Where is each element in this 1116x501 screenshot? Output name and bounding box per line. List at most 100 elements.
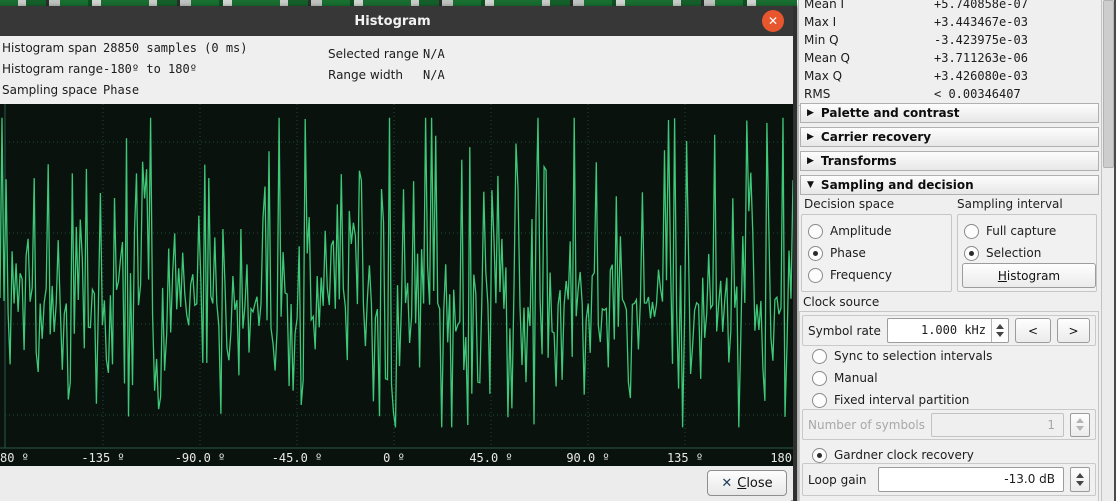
axis-tick-label: -135 º — [81, 451, 124, 465]
radio-frequency[interactable]: Frequency — [802, 264, 951, 286]
chevron-right-icon: ▶ — [807, 108, 814, 118]
radio-label: Manual — [834, 371, 878, 385]
loop-gain-label: Loop gain — [808, 473, 872, 487]
spin-down-icon — [1076, 426, 1084, 431]
axis-tick-label: 0 º — [383, 451, 405, 465]
stat-value: +3.711263e-06 — [934, 51, 1028, 65]
stat-label: Min Q — [804, 31, 934, 49]
loop-gain-spinner[interactable] — [1070, 467, 1090, 492]
stat-value: +5.740858e-07 — [934, 0, 1028, 11]
number-of-symbols-spinbox: 1 — [931, 413, 1064, 437]
symbol-rate-spinner[interactable] — [991, 319, 1008, 342]
close-button[interactable]: ✕ Close — [707, 470, 787, 496]
radio-full-capture[interactable]: Full capture — [958, 220, 1096, 242]
number-of-symbols-spinner — [1070, 413, 1090, 437]
number-of-symbols-label: Number of symbols — [808, 418, 925, 432]
spin-up-icon — [1076, 418, 1084, 423]
radio-fixed-interval-partition[interactable]: Fixed interval partition — [806, 389, 969, 411]
info-row: Histogram range-180º to 180º — [2, 61, 197, 78]
info-row: Histogram span28850 samples (0 ms) — [2, 40, 248, 57]
close-icon: ✕ — [768, 14, 778, 28]
section-label: Transforms — [821, 154, 897, 168]
chevron-right-icon: ▶ — [807, 156, 814, 166]
decision-space-label: Decision space — [804, 197, 894, 211]
stat-row: Mean Q+3.711263e-06 — [799, 49, 1099, 67]
resize-grip[interactable] — [785, 496, 797, 501]
symbol-rate-value: 1.000 kHz — [921, 319, 986, 341]
section-header-transforms[interactable]: ▶ Transforms — [800, 151, 1099, 171]
window-close-button[interactable]: ✕ — [762, 10, 784, 32]
radio-icon — [812, 393, 827, 408]
stat-label: RMS — [804, 85, 934, 103]
radio-amplitude[interactable]: Amplitude — [802, 220, 951, 242]
axis-tick-label: 90.0 º — [566, 451, 609, 465]
histogram-button[interactable]: Histogram — [962, 263, 1096, 288]
loop-gain-spinbox[interactable]: -13.0 dB — [878, 467, 1064, 492]
radio-icon — [808, 246, 823, 261]
radio-label: Frequency — [830, 268, 892, 282]
info-label: Range width — [328, 67, 423, 84]
number-of-symbols-row: Number of symbols 1 — [802, 409, 1096, 440]
info-row: Selected rangeN/A — [328, 46, 445, 63]
stat-value: +3.443467e-03 — [934, 15, 1028, 29]
dialog-footer: ✕ Close — [0, 466, 793, 501]
info-value: -180º to 180º — [103, 62, 197, 76]
loop-gain-row: Loop gain -13.0 dB — [802, 463, 1096, 496]
radio-icon — [808, 224, 823, 239]
radio-manual[interactable]: Manual — [806, 367, 878, 389]
section-header-sampling-and-decision[interactable]: ▼Sampling and decision — [800, 175, 1099, 195]
chevron-down-icon: ▼ — [807, 180, 814, 190]
spin-up-icon[interactable] — [1076, 473, 1084, 478]
radio-label: Amplitude — [830, 224, 892, 238]
stat-row: Max Q+3.426080e-03 — [799, 67, 1099, 85]
histogram-plot[interactable]: 80 º-135 º-90.0 º-45.0 º0 º45.0 º90.0 º1… — [0, 104, 793, 466]
radio-sync-to-selection[interactable]: Sync to selection intervals — [806, 345, 992, 367]
section-header-carrier-recovery[interactable]: ▶ Carrier recovery — [800, 127, 1099, 147]
radio-label: Full capture — [986, 224, 1056, 238]
stat-row: Max I+3.443467e-03 — [799, 13, 1099, 31]
radio-label: Selection — [986, 246, 1041, 260]
radio-label: Phase — [830, 246, 866, 260]
radio-icon — [812, 371, 827, 386]
stat-label: Max Q — [804, 67, 934, 85]
symbol-rate-row: Symbol rate 1.000 kHz < > — [802, 315, 1096, 346]
radio-selection[interactable]: Selection — [958, 242, 1096, 264]
inspector-panel: Mean I+5.740858e-07Max I+3.443467e-03Min… — [798, 0, 1116, 501]
section-label: Palette and contrast — [821, 106, 960, 120]
radio-icon — [812, 349, 827, 364]
axis-tick-label: -90.0 º — [175, 451, 226, 465]
info-value: 28850 samples (0 ms) — [103, 41, 248, 55]
stat-label: Mean Q — [804, 49, 934, 67]
scrollbar-thumb[interactable] — [1103, 0, 1114, 168]
symbol-rate-label: Symbol rate — [808, 324, 881, 338]
spin-down-icon[interactable] — [996, 332, 1004, 337]
close-button-label: Close — [737, 476, 772, 491]
chevron-right-icon: ▶ — [807, 132, 814, 142]
clock-source-group: Symbol rate 1.000 kHz < > Sync to select… — [799, 311, 1099, 501]
info-label: Histogram span — [2, 40, 103, 57]
clock-source-label: Clock source — [803, 295, 879, 309]
dialog-titlebar[interactable]: Histogram ✕ — [0, 6, 793, 36]
histogram-dialog: Histogram ✕ Histogram span28850 samples … — [0, 6, 797, 501]
section-header-palette-and-contrast[interactable]: ▶ Palette and contrast — [800, 103, 1099, 123]
radio-icon — [812, 448, 827, 463]
info-label: Histogram range — [2, 61, 103, 78]
info-value: N/A — [423, 68, 445, 82]
symbol-rate-next-button[interactable]: > — [1057, 318, 1090, 343]
histogram-info: Histogram span28850 samples (0 ms)Histog… — [0, 36, 793, 104]
symbol-rate-prev-button[interactable]: < — [1015, 318, 1051, 343]
spin-up-icon[interactable] — [996, 324, 1004, 329]
info-label: Selected range — [328, 46, 423, 63]
radio-phase[interactable]: Phase — [802, 242, 951, 264]
stat-value: < 0.00346407 — [934, 87, 1021, 101]
symbol-rate-spinbox[interactable]: 1.000 kHz — [887, 318, 1009, 343]
stat-label: Max I — [804, 13, 934, 31]
stat-row: Mean I+5.740858e-07 — [799, 0, 1099, 13]
radio-icon — [964, 246, 979, 261]
section-label: Carrier recovery — [821, 130, 931, 144]
radio-label: Fixed interval partition — [834, 393, 969, 407]
spin-down-icon[interactable] — [1076, 481, 1084, 486]
panel-scrollbar[interactable] — [1101, 0, 1114, 501]
axis-tick-label: -45.0 º — [272, 451, 323, 465]
info-row: Sampling spacePhase — [2, 82, 139, 99]
